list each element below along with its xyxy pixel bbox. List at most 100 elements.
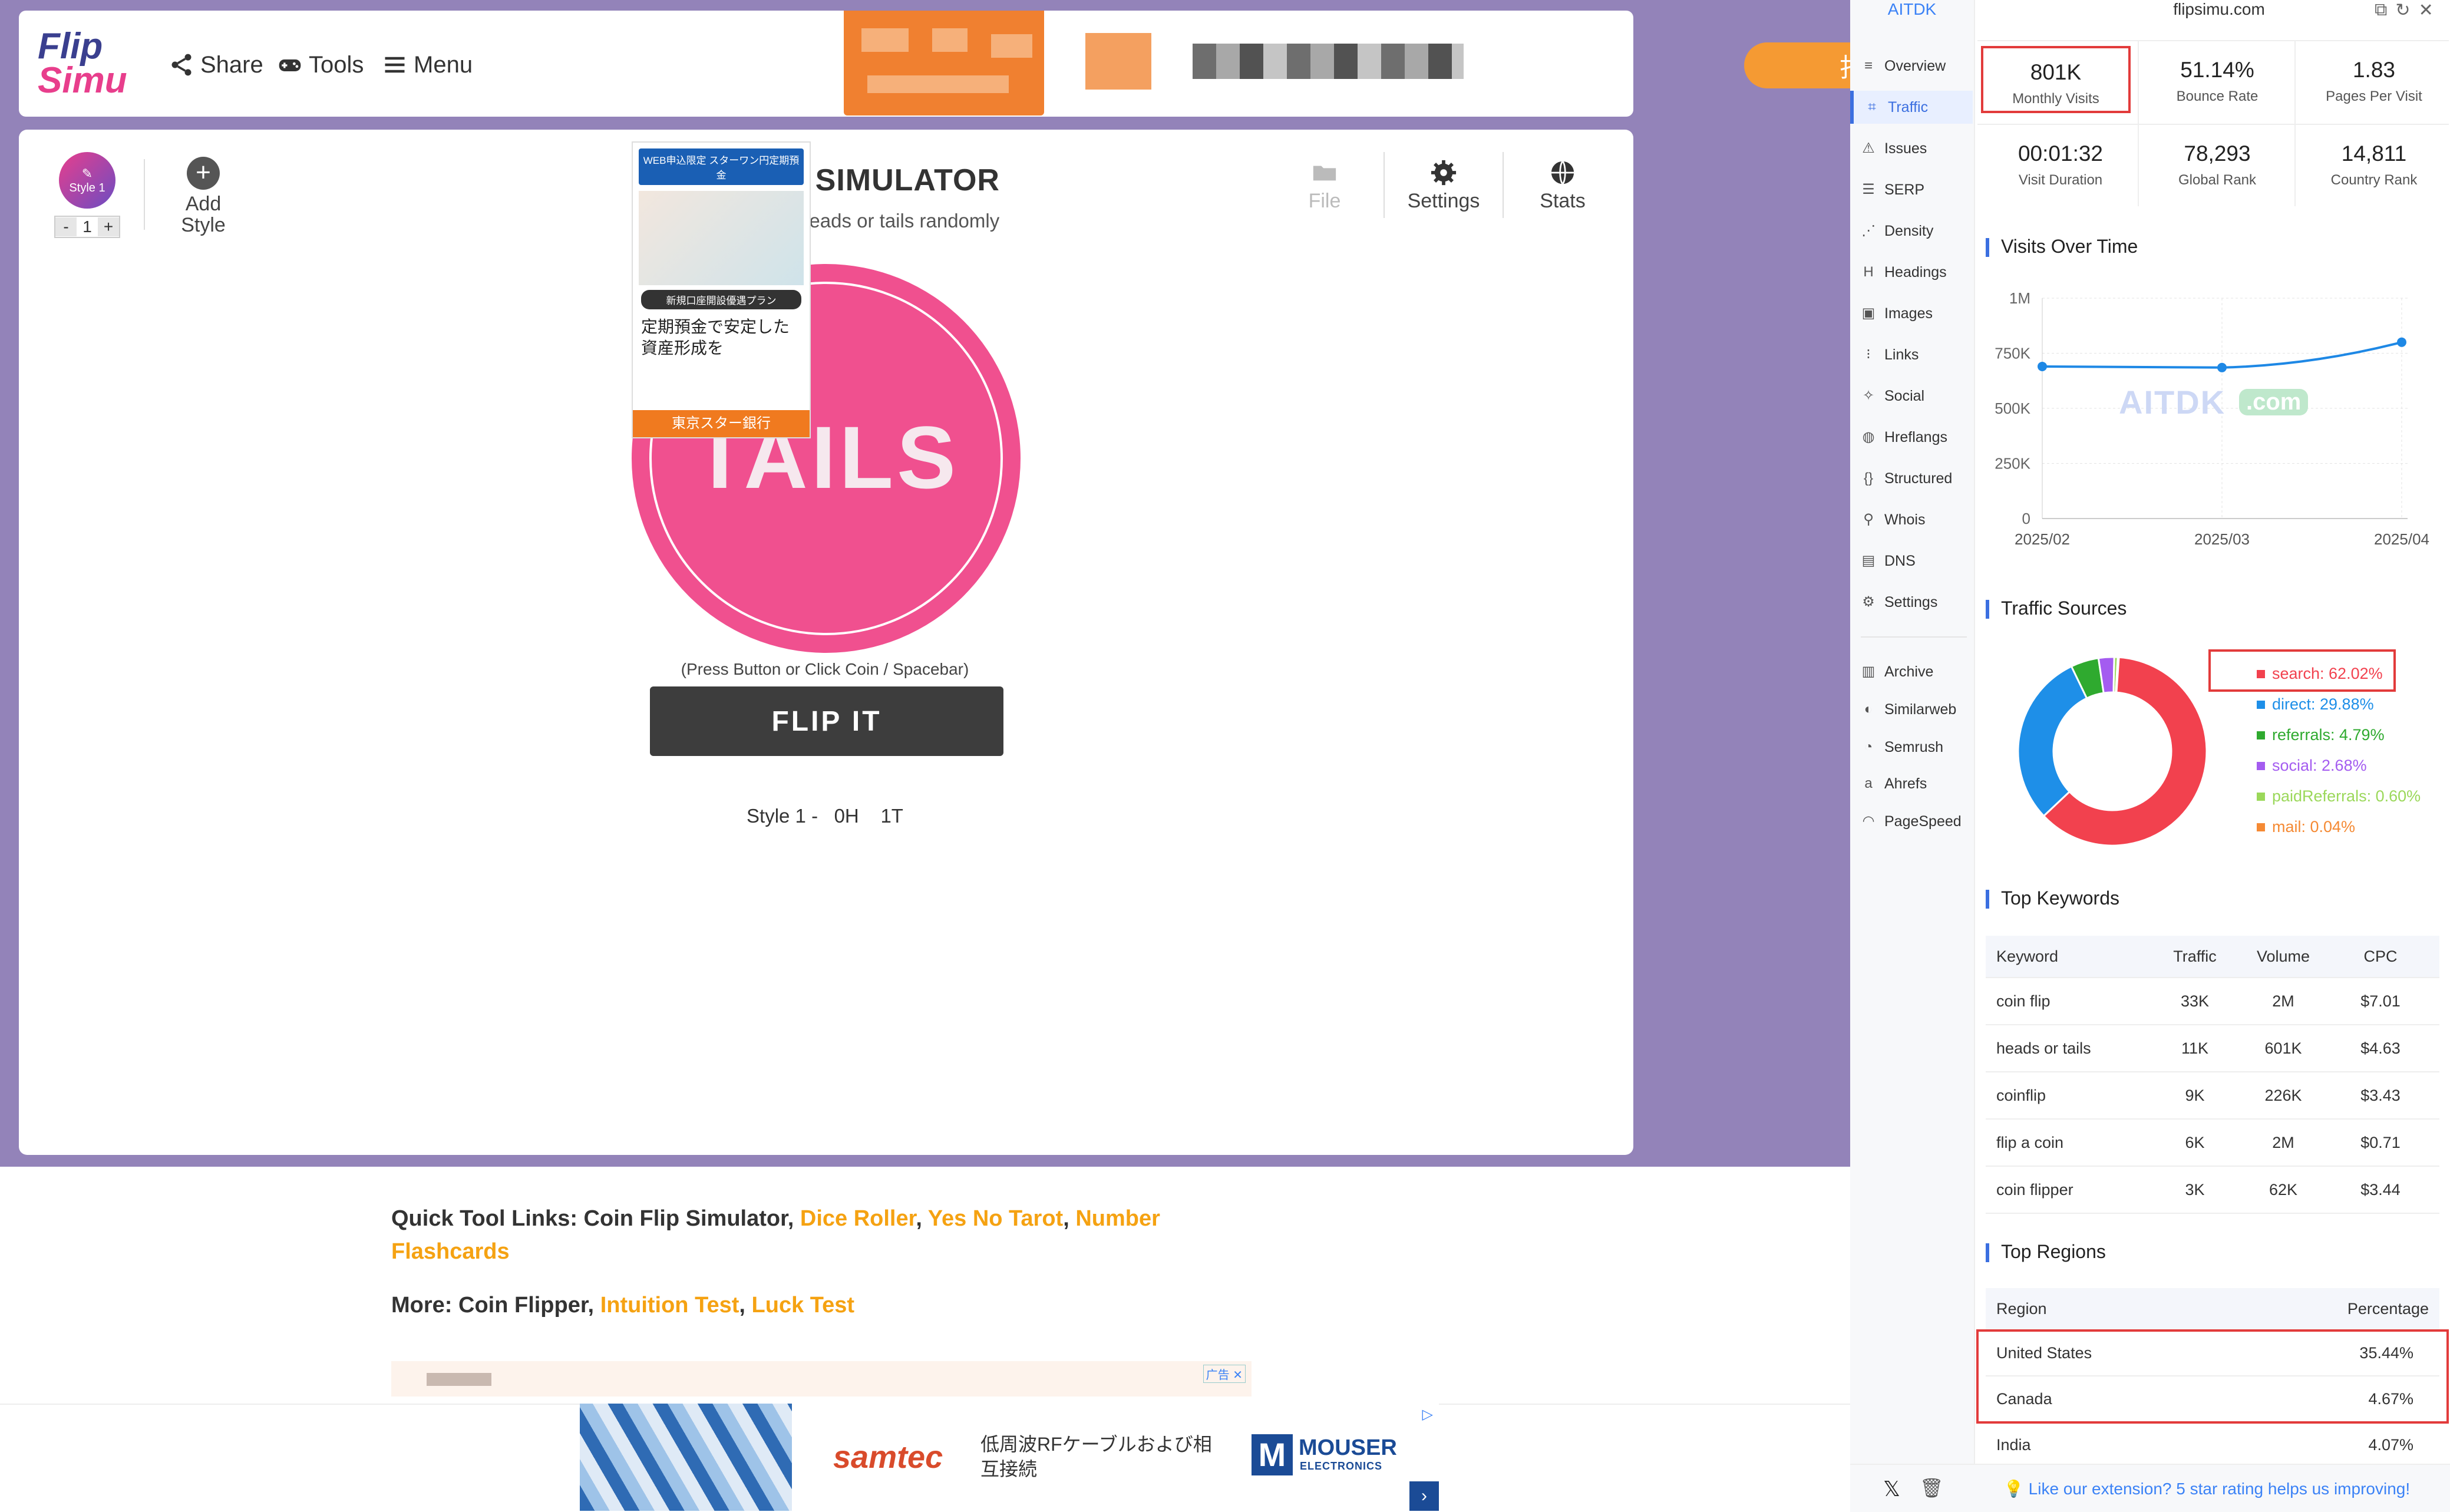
more-links: More: Coin Flipper, Intuition Test, Luck… [391, 1293, 855, 1318]
quick-links: Quick Tool Links: Coin Flip Simulator, D… [391, 1206, 1160, 1264]
legend-swatch [2257, 669, 2265, 678]
settings-button[interactable]: Settings [1396, 159, 1491, 213]
tool-semrush[interactable]: ◔ Semrush [1861, 731, 1973, 764]
refresh-icon[interactable]: ↻ [2395, 0, 2410, 21]
legend-item[interactable]: direct: 29.88% [2257, 695, 2374, 714]
nav-structured[interactable]: {} Structured [1861, 462, 1973, 495]
legend-item[interactable]: search: 62.02% [2257, 665, 2383, 683]
link-dice-roller[interactable]: Dice Roller [800, 1206, 916, 1231]
nav-density[interactable]: ⋰ Density [1861, 214, 1973, 247]
similarweb-icon: ◐ [1864, 701, 1873, 717]
donut-slice[interactable] [2017, 665, 2088, 817]
tool-similarweb[interactable]: ◐ Similarweb [1861, 693, 1973, 726]
tool-archive-label: Archive [1884, 663, 1934, 680]
tool-pagespeed[interactable]: ◠ PageSpeed [1861, 805, 1973, 838]
legend-swatch [2257, 823, 2265, 831]
nav-whois[interactable]: ⚲ Whois [1861, 503, 1973, 536]
nav-issues-label: Issues [1884, 140, 1927, 157]
nav-social[interactable]: ✧ Social [1861, 379, 1973, 412]
col-region[interactable]: Region [1996, 1300, 2047, 1318]
nav-dns[interactable]: ▤ DNS [1861, 544, 1973, 577]
x-tick-label: 2025/04 [2374, 530, 2429, 548]
legend-item[interactable]: social: 2.68% [2257, 757, 2367, 775]
density-icon: ⋰ [1861, 223, 1876, 239]
settings-label: Settings [1407, 190, 1480, 212]
cell-volume: 62K [2269, 1180, 2298, 1199]
style-1-badge[interactable]: ✎ Style 1 [59, 152, 115, 209]
col-cpc[interactable]: CPC [2333, 948, 2428, 966]
nav-headings[interactable]: H Headings [1861, 256, 1973, 289]
table-row[interactable]: coin flipper 3K 62K $3.44 [1986, 1167, 2439, 1214]
stats-button[interactable]: Stats [1515, 159, 1610, 213]
stepper-minus-button[interactable]: - [55, 217, 77, 236]
gear-icon [1431, 160, 1457, 186]
nav-links[interactable]: ⁝ Links [1861, 338, 1973, 371]
stepper-plus-button[interactable]: + [98, 217, 119, 236]
link-luck-test[interactable]: Luck Test [752, 1293, 855, 1318]
share-button[interactable]: Share [169, 48, 263, 81]
x-twitter-icon[interactable]: 𝕏 [1883, 1477, 1900, 1501]
link-intuition-test[interactable]: Intuition Test [600, 1293, 739, 1318]
table-row[interactable]: coin flip 33K 2M $7.01 [1986, 978, 2439, 1025]
stepper-value[interactable]: 1 [77, 217, 98, 236]
menu-button[interactable]: Menu [382, 48, 473, 81]
legend-item[interactable]: paidReferrals: 0.60% [2257, 787, 2421, 805]
section-marker [1986, 1243, 1989, 1262]
close-icon[interactable]: ✕ [2419, 0, 2434, 21]
nav-traffic[interactable]: ⌗ Traffic [1850, 91, 1973, 124]
divider [144, 159, 145, 230]
ad-arrow-icon[interactable]: › [1409, 1481, 1439, 1511]
stat-label: Visit Duration [2018, 172, 2103, 188]
hamburger-icon [385, 57, 405, 73]
legend-item[interactable]: referrals: 4.79% [2257, 726, 2385, 744]
list-icon: ≡ [1864, 58, 1873, 74]
nav-links-label: Links [1884, 346, 1919, 363]
col-keyword[interactable]: Keyword [1986, 948, 2157, 966]
nav-serp[interactable]: ☰ SERP [1861, 173, 1973, 206]
links-icon: ⁝ [1866, 346, 1871, 362]
legend-label: referrals: 4.79% [2272, 726, 2385, 744]
nav-hreflangs[interactable]: ◍ Hreflangs [1861, 421, 1973, 454]
trash-icon[interactable]: 🗑 [1920, 1477, 1944, 1499]
site-logo[interactable]: Flip Simu [38, 28, 150, 100]
side-ad[interactable]: WEB申込限定 スターワン円定期預金 新規口座開設優遇プラン 定期預金で安定した… [632, 141, 811, 438]
col-traffic[interactable]: Traffic [2157, 948, 2233, 966]
bottom-ad-banner[interactable]: samtec 低周波RFケーブルおよび相互接続 M MOUSER ELECTRO… [580, 1404, 1439, 1511]
visits-data-point [2397, 337, 2406, 347]
file-button[interactable]: File [1277, 159, 1372, 213]
nav-density-label: Density [1884, 222, 1934, 239]
nav-overview-label: Overview [1884, 57, 1946, 74]
stat-label: Country Rank [2330, 172, 2418, 188]
flip-it-button[interactable]: FLIP IT [650, 686, 1003, 756]
stat-monthly-visits: 801K Monthly Visits [1981, 46, 2131, 113]
nav-issues[interactable]: ⚠ Issues [1861, 132, 1973, 165]
col-volume[interactable]: Volume [2233, 948, 2333, 966]
tools-button[interactable]: Tools [277, 48, 364, 81]
ad-choices-icon[interactable]: ▷ [1422, 1406, 1433, 1423]
table-row[interactable]: flip a coin 6K 2M $0.71 [1986, 1120, 2439, 1167]
nav-images[interactable]: ▣ Images [1861, 297, 1973, 330]
visits-over-time-title: Visits Over Time [2001, 236, 2138, 257]
traffic-sources-title: Traffic Sources [2001, 597, 2127, 619]
table-row[interactable]: India 4.07% [1986, 1422, 2439, 1468]
legend-label: direct: 29.88% [2272, 695, 2374, 713]
col-percentage[interactable]: Percentage [2347, 1300, 2429, 1318]
stat-pages-per-visit: 1.83 Pages Per Visit [2296, 41, 2450, 124]
add-style-button[interactable]: + Add Style [171, 157, 236, 236]
stat-value: 51.14% [2180, 58, 2254, 82]
divider [1861, 636, 1967, 638]
tool-ahrefs[interactable]: a Ahrefs [1861, 767, 1973, 800]
ad-label[interactable]: 广告 ✕ [1203, 1365, 1246, 1383]
cell-region: India [1996, 1435, 2031, 1454]
legend-item[interactable]: mail: 0.04% [2257, 818, 2355, 836]
tool-archive[interactable]: ▥ Archive [1861, 655, 1973, 688]
nav-overview[interactable]: ≡ Overview [1861, 49, 1973, 82]
blurred-ad-banner[interactable] [844, 11, 1044, 115]
nav-serp-label: SERP [1884, 181, 1925, 198]
nav-settings[interactable]: ⚙ Settings [1861, 586, 1973, 619]
crop-icon[interactable]: ⧉ [2375, 0, 2387, 21]
link-yes-no-tarot[interactable]: Yes No Tarot [928, 1206, 1063, 1231]
table-row[interactable]: coinflip 9K 226K $3.43 [1986, 1072, 2439, 1120]
rating-prompt[interactable]: 💡 Like our extension? 5 star rating help… [2003, 1479, 2410, 1498]
table-row[interactable]: heads or tails 11K 601K $4.63 [1986, 1025, 2439, 1072]
